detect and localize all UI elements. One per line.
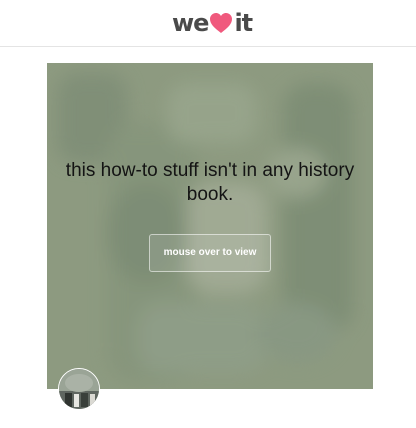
heart-icon <box>210 13 233 33</box>
logo-text-it: it <box>234 9 253 37</box>
image-card[interactable]: this how-to stuff isn't in any history b… <box>47 63 373 389</box>
card-caption: this how-to stuff isn't in any history b… <box>65 160 355 205</box>
weheartit-logo[interactable]: we it <box>172 7 253 39</box>
user-avatar-photo <box>59 369 99 409</box>
mouse-over-to-view-button[interactable]: mouse over to view <box>149 234 271 272</box>
site-header: we it <box>0 0 416 47</box>
user-avatar[interactable] <box>58 368 100 410</box>
logo-text-we: we <box>172 9 209 37</box>
blurred-image-background <box>47 63 373 389</box>
